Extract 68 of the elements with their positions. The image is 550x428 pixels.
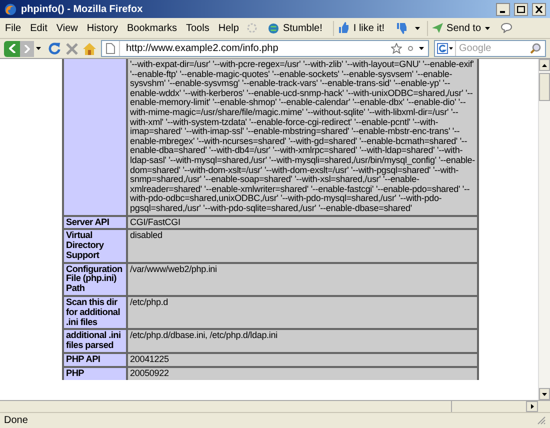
page-icon <box>106 43 115 54</box>
row-label: additional .ini files parsed <box>66 330 121 350</box>
thumbs-up-icon <box>338 22 350 34</box>
row-label: Configuration File (php.ini) Path <box>66 264 122 294</box>
horizontal-scrollbar[interactable] <box>0 400 550 412</box>
send-to-button[interactable]: Send to <box>426 20 494 36</box>
caret-icon[interactable] <box>419 47 424 50</box>
search-icon[interactable] <box>530 43 541 54</box>
address-bar[interactable]: http://www.example2.com/info.php <box>101 40 429 57</box>
menu-item[interactable]: View <box>55 20 79 36</box>
maximize-button[interactable] <box>514 2 528 16</box>
right-arrow-icon <box>530 404 534 409</box>
stop-icon[interactable] <box>66 42 78 54</box>
caret-icon <box>414 26 420 30</box>
row-value: /var/www/web2/php.ini <box>130 264 217 274</box>
send-icon <box>432 23 443 33</box>
menu-item[interactable]: Bookmarks <box>126 20 178 36</box>
window-title: phpinfo() - Mozilla Firefox <box>21 2 143 16</box>
row-label: Server API <box>66 216 110 226</box>
menu-item[interactable]: Edit <box>29 20 48 36</box>
dislike-button[interactable] <box>396 22 420 34</box>
scroll-thumb[interactable] <box>539 73 550 101</box>
globe-icon <box>268 22 279 34</box>
search-field[interactable]: Google <box>434 40 546 57</box>
minimize-button[interactable] <box>496 2 510 16</box>
search-input[interactable]: Google <box>459 41 527 56</box>
reload-icon[interactable] <box>48 42 61 55</box>
vertical-scrollbar[interactable] <box>538 59 550 400</box>
caret-icon <box>485 26 490 30</box>
url-text: http://www.example2.com/info.php <box>126 42 280 56</box>
row-label: PHP <box>66 368 84 378</box>
menu-item[interactable]: Help <box>217 20 240 36</box>
scroll-up-button[interactable] <box>539 59 550 71</box>
speech-bubble-icon[interactable] <box>501 23 512 33</box>
search-engine-icon[interactable] <box>437 43 448 54</box>
back-button[interactable] <box>4 40 20 56</box>
close-icon <box>535 6 543 12</box>
up-arrow-icon <box>542 64 547 66</box>
row-label: Scan this dir for additional .ini files <box>66 297 120 327</box>
row-value: /etc/php.d/dbase.ini, /etc/php.d/ldap.ini <box>130 330 278 340</box>
close-button[interactable] <box>532 2 546 16</box>
loading-icon <box>246 23 257 33</box>
scroll-right-button[interactable] <box>526 401 538 412</box>
scroll-down-button[interactable] <box>539 388 550 400</box>
row-value: 20041225 <box>130 354 169 364</box>
menu-item[interactable]: File <box>4 20 22 36</box>
row-label: PHP API <box>66 354 100 364</box>
maximize-icon <box>517 6 525 12</box>
thumbs-down-icon <box>396 22 407 34</box>
dot-icon <box>408 46 413 51</box>
row-value: '--with-expat-dir=/usr' '--with-pcre-regex=/usr' '--with-zlib' '--with-layout=GNU' '--enable-exif' '--enable-ftp' '--enable-magic-quotes' '--enable-sockets' '--enable-sysvsem' '--enable-sysvshm' '--enable-sysvmsg' '--enable-track-vars' '--enable-trans-sid' '--enable-yp' '--enable-wddx' '--with-kerberos' '--enable-ucd-snmp-hack' '--with-unixODBC=shared,/usr' '--enable-memory-limit' '--enable-shmop' '--enable-calendar' '--enable-dbx' '--enable-dio' '--with-mime-magic=/usr/share/file/magic.mime' '--without-sqlite' '--with-libxml-dir=/usr' '--with-xml' '--with-system-tzdata' '--enable-force-cgi-redirect' '--enable-pcntl' '--with-imap=shared' '--with-imap-ssl' '--enable-mbstring=shared' '--enable-mbstr-enc-trans' '--enable-mbregex' '--with-ncurses=shared' '--with-gd=shared' '--enable-bcmath=shared' '--enable-dba=shared' '--with-db4=/usr' '--with-xmlrpc=shared' '--with-ldap=shared' '--with-ldap-sasl' '--with-mysql=shared,/usr' '--with-mysqli=shared,/usr/bin/mysql_config' '--enable-dom=shared' '--with-dom-xslt=/usr' '--with-dom-exslt=/usr' '--with-pgsql=shared' '--with-snmp=shared,/usr' '--enable-soap=shared' '--with-xsl=shared,/usr' '--enable-xmlreader=shared' '--enable-xmlwriter=shared' '--enable-fastcgi' '--enable-pdo=shared' '--with-pdo-odbc=shared,unixODBC,/usr' '--with-pdo-mysql=shared,/usr' '--with-pdo-pgsql=shared,/usr' '--with-pdo-sqlite=shared,/usr' '--enable-dbase=shared' <box>130 59 475 213</box>
like-button[interactable]: I like it! <box>333 20 389 36</box>
firefox-icon <box>4 2 17 16</box>
stumble-button[interactable]: Stumble! <box>264 20 326 36</box>
down-arrow-icon <box>542 392 547 396</box>
menu-item[interactable]: Tools <box>185 20 210 36</box>
status-text: Done <box>4 414 29 428</box>
star-icon[interactable] <box>391 43 402 54</box>
menu-item[interactable]: History <box>86 20 119 36</box>
row-value: CGI/FastCGI <box>130 216 180 226</box>
resize-grip-icon[interactable] <box>537 416 546 425</box>
row-label: Virtual Directory Support <box>66 230 104 260</box>
caret-icon <box>36 47 41 50</box>
row-value: /etc/php.d <box>130 297 168 308</box>
caret-icon <box>449 47 453 50</box>
home-icon[interactable] <box>83 42 96 54</box>
row-value: disabled <box>130 230 162 240</box>
row-value: 20050922 <box>130 368 169 378</box>
